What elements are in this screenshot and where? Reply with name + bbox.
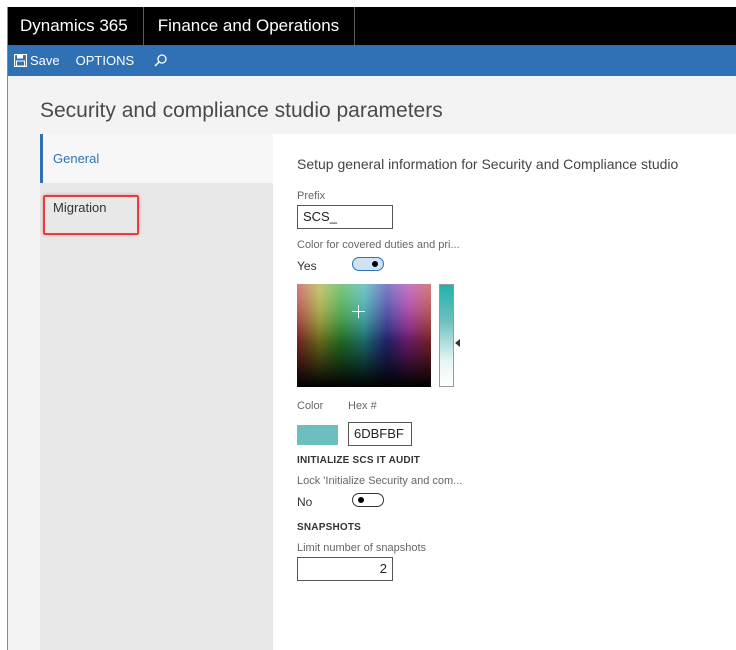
color-picker-field[interactable] xyxy=(297,284,431,387)
hex-input[interactable]: 6DBFBF xyxy=(348,422,412,446)
color-swatch xyxy=(297,425,338,445)
snapshots-header: SNAPSHOTS xyxy=(297,522,362,533)
limit-snapshots-input[interactable]: 2 xyxy=(297,557,393,581)
hex-label: Hex # xyxy=(348,400,377,412)
slider-pointer-icon[interactable] xyxy=(455,339,460,347)
toggle-knob xyxy=(372,261,378,267)
save-button[interactable]: Save xyxy=(14,53,60,68)
lock-label: Lock 'Initialize Security and com... xyxy=(297,475,463,487)
app-name[interactable]: Dynamics 365 xyxy=(8,7,144,45)
module-name[interactable]: Finance and Operations xyxy=(144,7,356,45)
general-heading: Setup general information for Security a… xyxy=(297,156,679,172)
top-bar: Dynamics 365 Finance and Operations xyxy=(8,7,736,45)
limit-label: Limit number of snapshots xyxy=(297,542,427,554)
prefix-label: Prefix xyxy=(297,190,326,202)
options-button[interactable]: OPTIONS xyxy=(76,53,135,68)
color-covered-toggle[interactable] xyxy=(352,257,384,271)
hue-slider[interactable] xyxy=(439,284,454,387)
app-window: Dynamics 365 Finance and Operations Save… xyxy=(7,7,736,650)
prefix-input[interactable]: SCS_ xyxy=(297,205,393,229)
lock-toggle[interactable] xyxy=(352,493,384,507)
action-bar: Save OPTIONS xyxy=(8,45,736,76)
crosshair-icon xyxy=(352,305,365,318)
left-nav: General Migration xyxy=(40,134,273,650)
search-button[interactable] xyxy=(154,54,167,67)
general-panel: Setup general information for Security a… xyxy=(273,134,736,650)
search-icon xyxy=(154,54,167,67)
color-label: Color xyxy=(297,400,324,412)
toggle-knob xyxy=(358,497,364,503)
color-covered-label: Color for covered duties and pri... xyxy=(297,239,460,251)
save-icon xyxy=(14,54,27,67)
save-label: Save xyxy=(30,53,60,68)
init-audit-header: INITIALIZE SCS IT AUDIT xyxy=(297,455,421,466)
nav-item-migration[interactable]: Migration xyxy=(40,183,273,232)
lock-value: No xyxy=(297,495,313,509)
page-title: Security and compliance studio parameter… xyxy=(40,99,443,122)
nav-item-general[interactable]: General xyxy=(40,134,273,183)
color-covered-value: Yes xyxy=(297,259,317,273)
